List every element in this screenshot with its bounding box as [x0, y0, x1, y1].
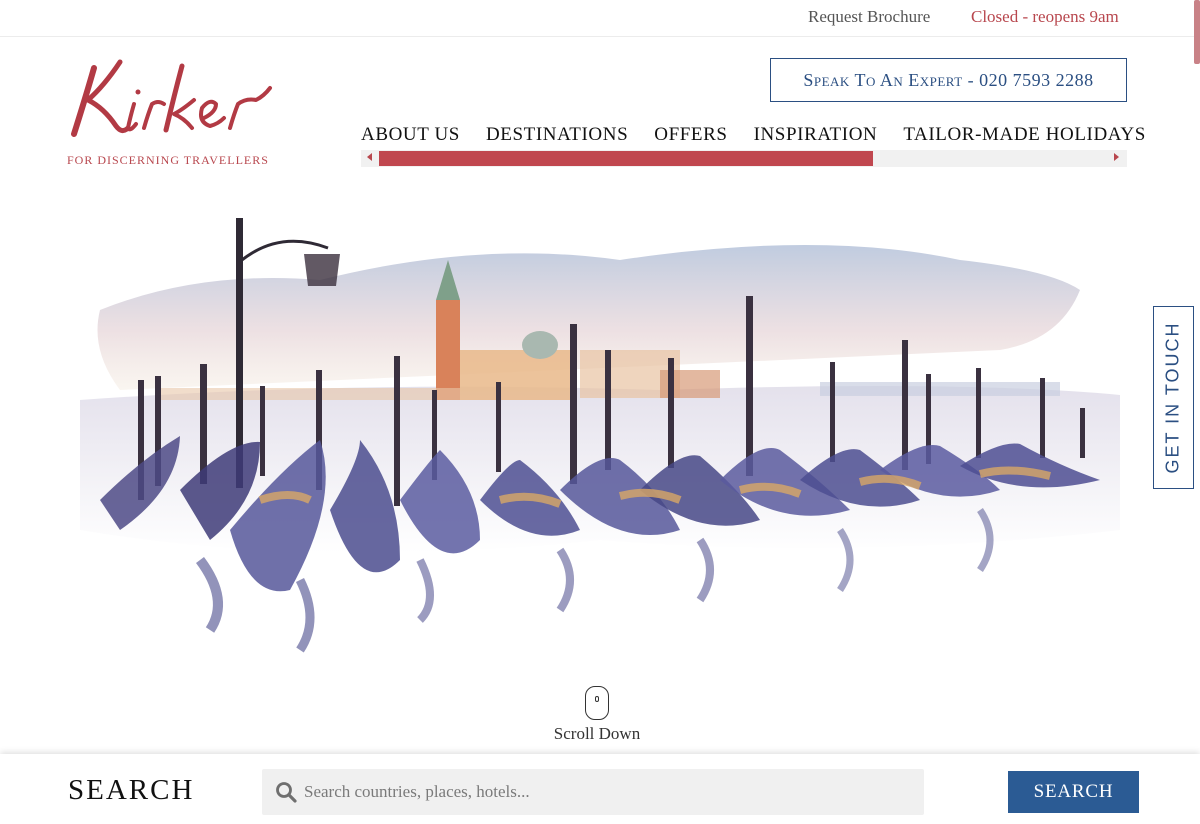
nav-item-offers[interactable]: OFFERS: [654, 124, 727, 150]
request-brochure-link[interactable]: Request Brochure: [808, 7, 930, 27]
venice-gondolas-icon: [80, 218, 1120, 653]
search-icon: [275, 781, 297, 808]
get-in-touch-label: GET IN TOUCH: [1163, 321, 1183, 474]
scroll-down-label: Scroll Down: [553, 724, 641, 743]
search-input[interactable]: [304, 769, 914, 815]
nav-item-about-us[interactable]: ABOUT US: [361, 124, 460, 150]
mouse-scroll-icon: [585, 686, 609, 720]
search-bar: SEARCH SEARCH: [0, 754, 1200, 824]
search-field[interactable]: [262, 769, 924, 815]
kirker-logo[interactable]: FOR DISCERNING TRAVELLERS: [64, 56, 274, 171]
scroll-left-arrow-icon[interactable]: [367, 153, 372, 161]
nav-item-inspiration[interactable]: INSPIRATION: [754, 124, 878, 150]
opening-status-text: Closed - reopens 9am: [971, 7, 1119, 26]
search-heading: SEARCH: [68, 774, 195, 806]
scroll-down-indicator[interactable]: Scroll Down: [540, 686, 654, 744]
kirker-wordmark-icon: [71, 59, 272, 137]
search-button[interactable]: SEARCH: [1008, 771, 1139, 813]
scroll-right-arrow-icon[interactable]: [1114, 153, 1119, 161]
speak-to-expert-button[interactable]: Speak To An Expert - 020 7593 2288: [770, 58, 1127, 102]
logo-tagline: FOR DISCERNING TRAVELLERS: [67, 153, 269, 167]
top-utility-bar: Request Brochure Closed - reopens 9am: [0, 0, 1200, 37]
main-nav: ABOUT US DESTINATIONS OFFERS INSPIRATION…: [361, 124, 1172, 150]
nav-item-tailor-made-holidays[interactable]: TAILOR-MADE HOLIDAYS: [903, 124, 1146, 150]
get-in-touch-tab[interactable]: GET IN TOUCH: [1153, 306, 1194, 489]
scrollbar-thumb[interactable]: [379, 151, 873, 166]
hero-watercolour-image: [60, 200, 1140, 670]
nav-item-destinations[interactable]: DESTINATIONS: [486, 124, 628, 150]
nav-horizontal-scrollbar[interactable]: [361, 150, 1127, 167]
page-scrollbar[interactable]: [1194, 0, 1200, 64]
